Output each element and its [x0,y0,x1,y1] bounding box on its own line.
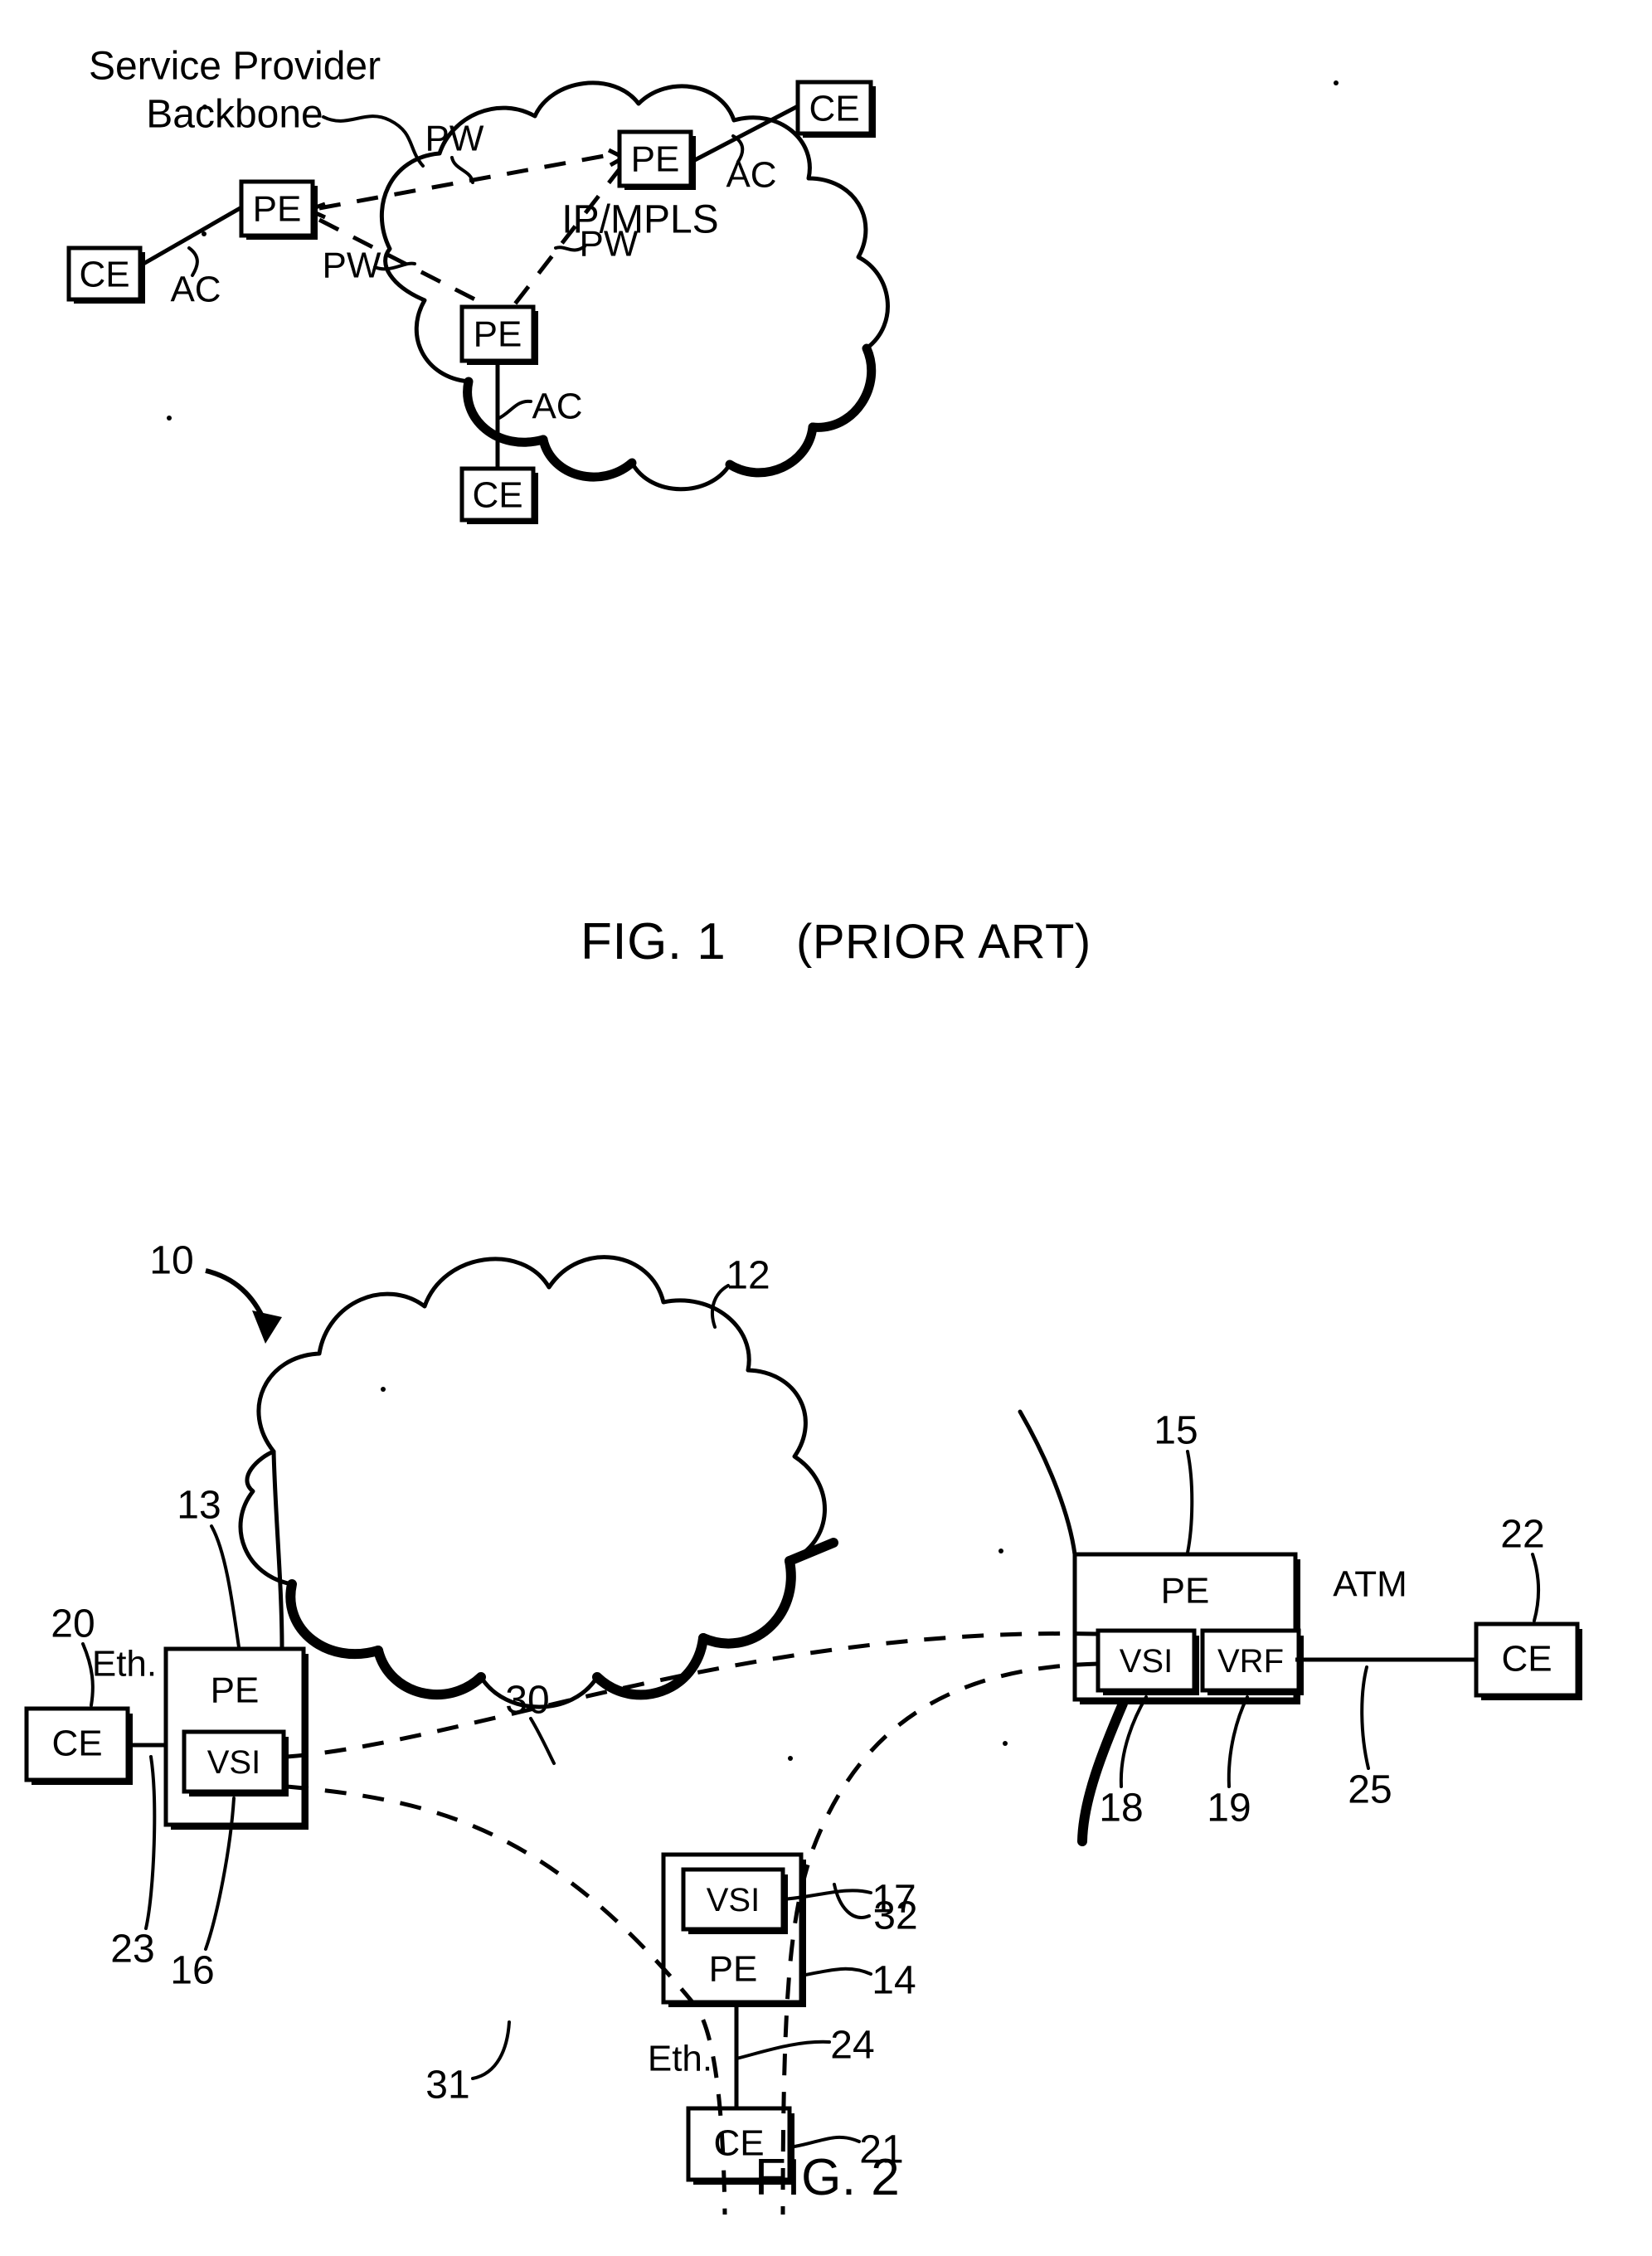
fig2-tunnel-31-leader [471,2020,511,2080]
fig2-pe-bottom-label: PE [709,1949,758,1990]
fig2-ce-right-ref-leader [1531,1553,1540,1622]
fig2-eth-left-ref-leader [144,1755,157,1930]
fig2-pe-left-ref-leader [210,1524,241,1649]
fig2-eth-bottom-label: Eth. [648,2039,712,2079]
figure-1: Service Provider Backbone IP/MPLS PW PW … [66,45,1339,524]
fig2-pe-bottom-ref: 14 [872,1959,916,2003]
fig2-ce-right-ref: 22 [1500,1513,1544,1557]
fig2-tunnel-30-ref: 30 [505,1679,549,1723]
fig2-cloud-tail-left [271,1449,284,1651]
fig2-atm-label: ATM [1333,1564,1407,1605]
fig2-pe-right-label: PE [1161,1571,1210,1612]
fig2-vrf-right-ref-leader [1227,1695,1249,1788]
fig1-pe-left-label: PE [253,189,302,230]
fig2-tunnel-30-leader [529,1717,556,1765]
fig1-ac-label-left: AC [170,270,221,310]
fig1-ac-line-left [136,204,245,270]
fig1-ce-bottom-label: CE [472,475,522,516]
cloud-shadow-arc-2 [725,422,818,478]
fig2-tunnel-31 [286,1784,727,2215]
fig2-eth-left-label: Eth. [92,1644,157,1685]
scan-speck [167,416,172,421]
scan-speck [788,1756,793,1761]
fig2-vsi-right-ref: 18 [1099,1787,1143,1831]
fig2-eth-left-ref: 23 [110,1928,154,1972]
fig2-ce-left-label: CE [51,1724,102,1764]
fig1-pe-right-label: PE [631,139,680,180]
fig2-atm-ref: 25 [1348,1768,1392,1812]
fig2-atm-ref-leader [1360,1665,1370,1770]
figure-2: 10 12 PE VSI 13 16 CE 20 Eth. 23 PE VSI … [24,1239,1582,2215]
fig1-caption: FIG. 1 [581,913,726,970]
fig2-vsi-bottom-label: VSI [707,1882,760,1918]
fig2-cloud-shadow-arc-3 [592,1633,708,1700]
fig2-tunnel-31-ref: 31 [425,2064,469,2108]
fig2-tunnel-32 [780,1661,1099,2215]
scan-speck [381,1387,386,1392]
fig2-cloud-shadow-arc-5 [285,1579,383,1660]
cloud-shadow-arc-3 [538,435,637,482]
fig2-pe-left-label: PE [211,1670,260,1711]
fig2-pe-left-ref: 13 [177,1484,221,1528]
fig2-vrf-right-label: VRF [1217,1643,1284,1680]
fig1-ce-left-label: CE [79,255,129,295]
fig2-vrf-right-ref: 19 [1207,1787,1251,1831]
fig1-pw-label-lower-left: PW [323,246,381,286]
fig1-ce-bottom: CE [459,466,538,524]
fig2-pe-right: PE VSI VRF [1072,1552,1304,1704]
fig1-pe-bottom: PE [459,304,538,365]
cloud-shadow-arc [808,343,877,432]
scan-speck [998,1549,1003,1553]
patent-drawing-page: Service Provider Backbone IP/MPLS PW PW … [0,0,1652,2249]
fig2-cloud-ref: 12 [726,1254,770,1298]
fig1-ac-label-right: AC [726,155,776,196]
fig1-ce-right: CE [795,80,876,138]
fig2-ce-left: CE [24,1706,133,1785]
fig2-ce-bottom-ref-leader [793,2135,861,2148]
fig2-pe-right-ref: 15 [1154,1409,1198,1453]
fig1-pe-right: PE [617,129,696,190]
fig2-vsi-right-label: VSI [1120,1643,1173,1680]
fig2-cloud-shadow-arc-2 [698,1556,796,1649]
fig2-tunnel-32-ref: 32 [873,1894,917,1938]
fig2-vsi-left-label: VSI [207,1744,260,1781]
fig1-title-leader [322,114,425,168]
fig2-ce-right-label: CE [1501,1639,1552,1680]
scan-speck [202,231,206,236]
fig2-tunnel-30 [286,1631,1099,1759]
fig1-cloud-title-line1: Service Provider [89,45,381,89]
fig1-pw-label-top: PW [425,119,484,159]
fig2-pe-left: PE VSI [163,1646,309,1830]
scan-speck [202,105,207,109]
fig1-prior-art-note: (PRIOR ART) [796,915,1091,969]
fig1-pe-bottom-label: PE [474,314,522,355]
fig1-cloud-title-line2: Backbone [146,93,323,137]
fig2-system-ref: 10 [149,1239,193,1283]
fig2-vsi-left-ref: 16 [170,1949,214,1993]
fig2-ce-left-ref: 20 [51,1602,95,1646]
fig2-pe-right-ref-leader [1186,1450,1194,1554]
fig2-caption: FIG. 2 [755,2149,901,2206]
fig1-ce-right-label: CE [809,89,859,129]
fig2-cloud-shadow-arc-4 [373,1646,486,1700]
fig2-ce-right: CE [1474,1622,1582,1700]
scan-speck [1003,1741,1008,1746]
fig1-ac-leader-bottom [496,399,532,421]
fig2-pe-bottom: VSI PE [661,1852,806,2007]
fig2-eth-bottom-ref: 24 [830,2024,874,2068]
scan-speck [1334,80,1339,85]
fig1-pe-left: PE [239,179,318,240]
fig2-cloud-tail-right-top [1018,1409,1077,1557]
fig1-ce-left: CE [66,246,145,304]
fig2-system-arrowhead [252,1310,282,1344]
fig2-pe-bottom-ref-leader [799,1967,872,1977]
fig1-ac-label-bottom: AC [532,387,582,427]
fig1-pw-label-lower-right: PW [580,224,639,265]
